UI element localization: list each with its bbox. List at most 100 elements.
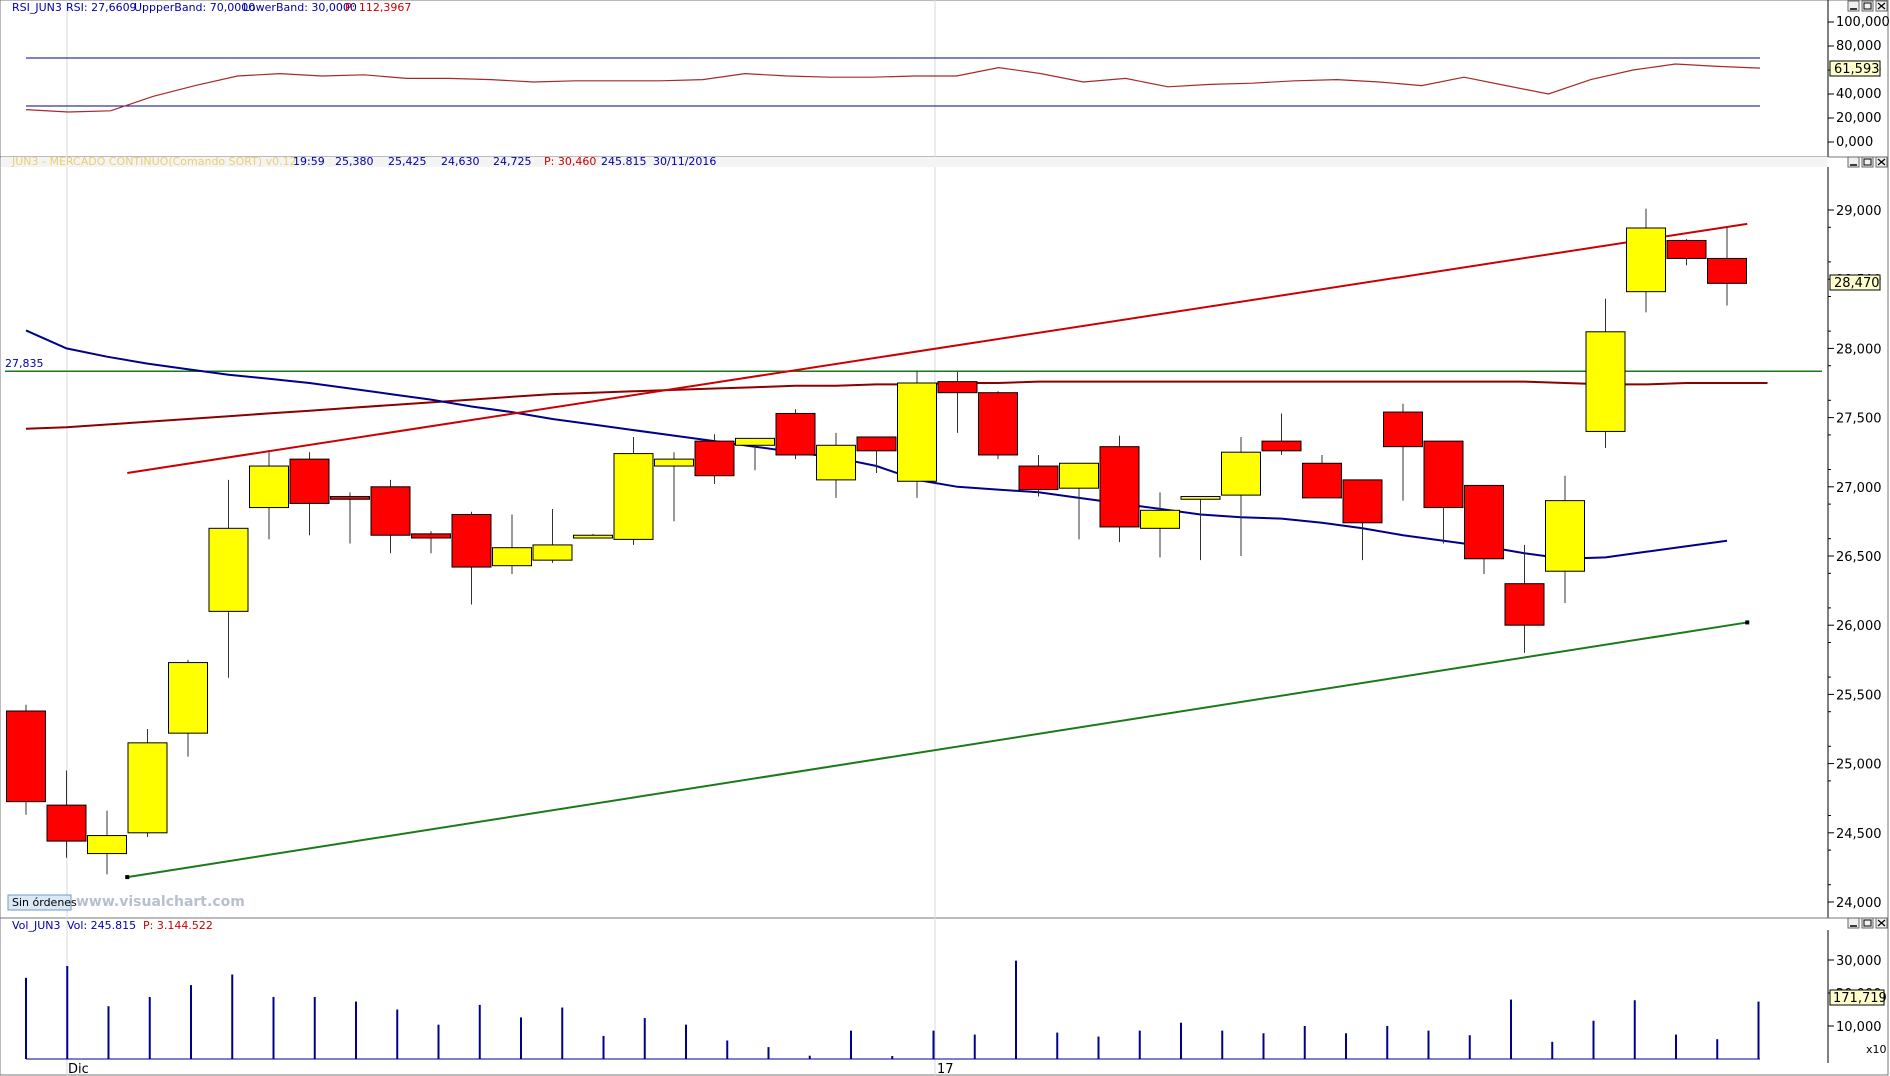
volume-header-vol: Vol: 245.815: [67, 919, 136, 932]
rsi-tick-label: 40,000: [1836, 87, 1882, 102]
price-tick-label: 27,000: [1836, 481, 1882, 496]
candle-down-body: [1018, 465, 1059, 491]
level-label: 27,835: [5, 357, 44, 370]
volume-tick-label: 10,000: [1836, 1020, 1882, 1035]
candle-down-body: [937, 381, 978, 394]
price-tick-label: 27,500: [1836, 412, 1882, 427]
candle-up-body: [532, 544, 573, 561]
price-window-controls: [1847, 156, 1888, 168]
orders-button[interactable]: Sin órdenes: [7, 894, 77, 911]
candle: [897, 370, 937, 498]
rsi-header-value: RSI: 27,6609: [66, 1, 137, 14]
candle-down-body: [1666, 239, 1707, 259]
price-header-time: 19:59: [293, 155, 325, 168]
rsi-header: RSI_JUN3 RSI: 27,6609 UppperBand: 70,000…: [12, 1, 411, 14]
candle-down-body: [1302, 462, 1342, 499]
rsi-value-box: 61,593: [1829, 60, 1881, 77]
price-header: JUN3 - MERCADO CONTINUO(Comando SORT) v0…: [11, 155, 716, 168]
candle-down-body: [6, 710, 46, 803]
candle-down-body: [1504, 583, 1545, 626]
rsi-maximize-button[interactable]: [1861, 0, 1874, 12]
candle-up-body: [208, 527, 249, 612]
volume-header: Vol_JUN3 Vol: 245.815 P: 3.144.522: [12, 919, 213, 932]
candle-down-body: [1342, 479, 1383, 524]
candle-down-body: [451, 513, 492, 568]
price-header-p: P: 30,460: [544, 155, 596, 168]
candle-up-body: [1059, 462, 1099, 489]
candle-up-body: [1140, 509, 1180, 529]
volume-header-p: P: 3.144.522: [143, 919, 213, 932]
candle-down-body: [289, 458, 330, 504]
candle-up-body: [897, 382, 937, 482]
volume-scale-note: x10: [1866, 1043, 1887, 1056]
candle-down-body: [775, 412, 816, 456]
candle-up-body: [654, 458, 694, 467]
rsi-tick-label: 0,000: [1836, 135, 1873, 150]
x-label-dic: Dic: [68, 1062, 89, 1076]
rsi-header-lower: LowerBand: 30,0000: [243, 1, 357, 14]
candle-down-body: [1261, 440, 1302, 452]
price-close-button[interactable]: [1875, 156, 1888, 168]
candle-down-body: [1423, 440, 1464, 509]
price-tick-label: 28,000: [1836, 342, 1882, 357]
candle-down-body: [978, 392, 1018, 456]
price-tick-label: 24,000: [1836, 896, 1882, 911]
volume-header-name: Vol_JUN3: [12, 919, 60, 932]
candle-up-body: [249, 465, 289, 509]
candle-down-body: [1464, 484, 1504, 560]
candle: [978, 391, 1018, 460]
candle-down-body: [330, 495, 370, 500]
volume-minimize-button[interactable]: [1847, 917, 1860, 929]
price-tick-label: 26,500: [1836, 550, 1882, 565]
price-header-open: 25,380: [335, 155, 374, 168]
candle-down-body: [1383, 411, 1423, 448]
price-tick-label: 26,000: [1836, 619, 1882, 634]
candle-down-body: [1707, 257, 1747, 284]
volume-tick-label: 30,000: [1836, 954, 1882, 969]
rsi-header-p: P: 112,3967: [345, 1, 411, 14]
price-tick-label: 25,000: [1836, 758, 1882, 773]
price-value-text: 28,470: [1834, 276, 1880, 291]
orders-button-label: Sin órdenes: [12, 896, 77, 909]
candle-up-body: [127, 742, 168, 834]
candle: [1099, 435, 1140, 543]
candle-down-body: [1099, 446, 1140, 528]
price-header-date: 30/11/2016: [653, 155, 716, 168]
volume-maximize-button[interactable]: [1861, 917, 1874, 929]
chart-canvas[interactable]: RSI_JUN3 RSI: 27,6609 UppperBand: 70,000…: [0, 0, 1890, 1076]
price-value-box: 28,470: [1829, 274, 1881, 291]
candle-up-body: [1221, 451, 1261, 496]
candle-down-body: [370, 486, 411, 536]
rsi-value-text: 61,593: [1834, 62, 1880, 77]
price-tick-label: 29,000: [1836, 204, 1882, 219]
price-maximize-button[interactable]: [1861, 156, 1874, 168]
watermark: www.visualchart.com: [76, 894, 245, 910]
candle-up-body: [613, 453, 654, 540]
price-header-close: 24,725: [493, 155, 532, 168]
volume-value-text: 171,719: [1833, 991, 1887, 1006]
rsi-tick-label: 20,000: [1836, 111, 1882, 126]
volume-window-controls: [1847, 917, 1888, 929]
candle-up-body: [573, 534, 613, 539]
candle: [613, 436, 654, 545]
x-label-17: 17: [937, 1062, 954, 1076]
price-minimize-button[interactable]: [1847, 156, 1860, 168]
rsi-window-controls: [1847, 0, 1888, 12]
candle-down-body: [694, 440, 735, 477]
volume-value-box: 171,719: [1829, 989, 1887, 1006]
candle-up-body: [1180, 495, 1221, 500]
rsi-close-button[interactable]: [1875, 0, 1888, 12]
rsi-tick-label: 80,000: [1836, 39, 1882, 54]
rsi-minimize-button[interactable]: [1847, 0, 1860, 12]
candle-up-body: [1626, 227, 1666, 293]
volume-close-button[interactable]: [1875, 917, 1888, 929]
candle-up-body: [1585, 331, 1626, 432]
candle-up-body: [492, 547, 532, 567]
price-header-high: 25,425: [388, 155, 427, 168]
price-header-name: JUN3 - MERCADO CONTINUO(Comando SORT) v0…: [11, 155, 297, 168]
candle: [6, 704, 46, 815]
candle: [775, 409, 816, 460]
candle: [127, 729, 168, 837]
rsi-header-name: RSI_JUN3: [12, 1, 62, 14]
candle-up-body: [87, 835, 127, 855]
